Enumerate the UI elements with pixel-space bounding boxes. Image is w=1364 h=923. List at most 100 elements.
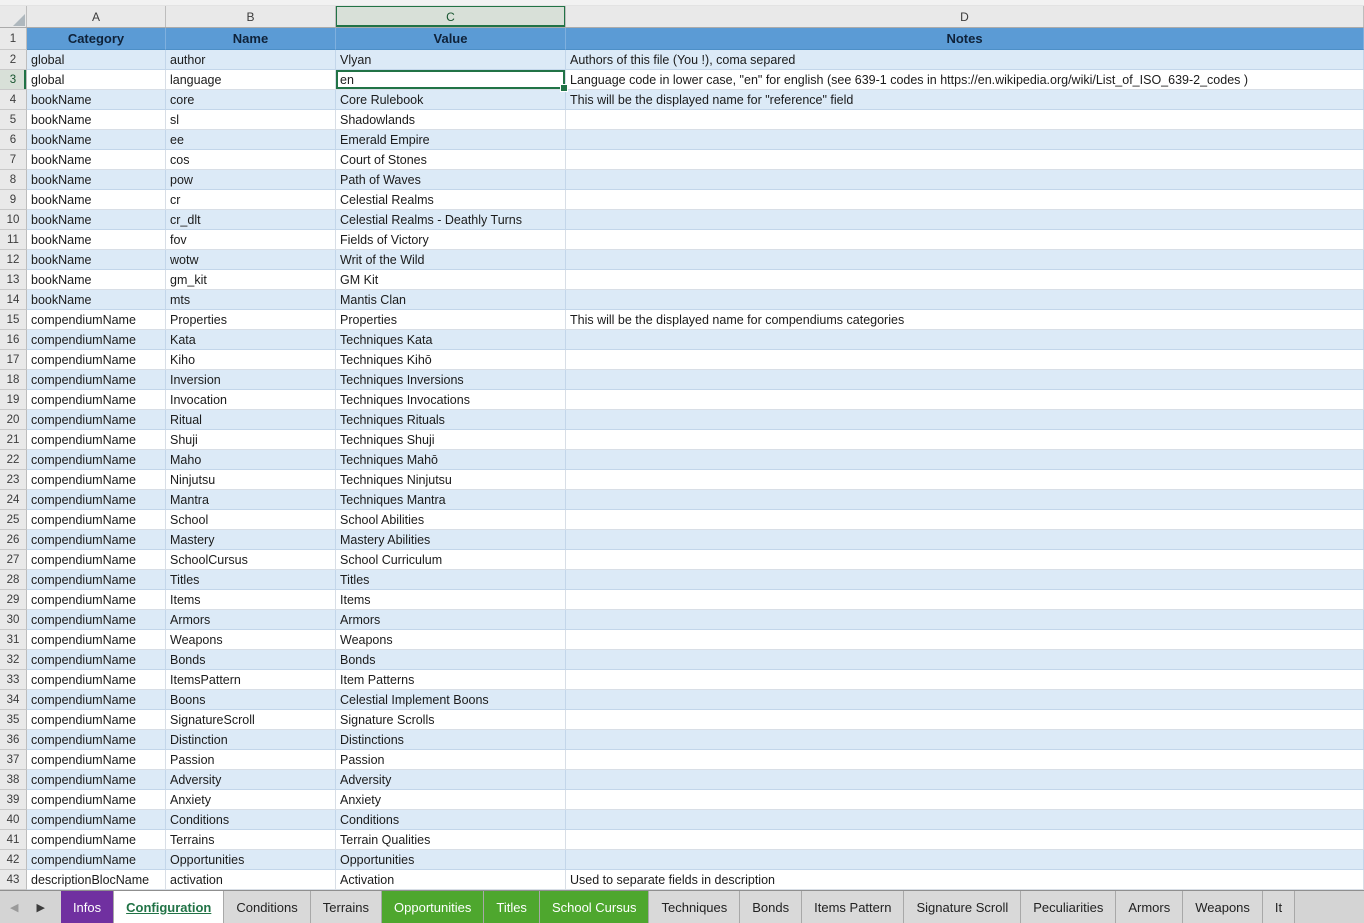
cell-B13[interactable]: gm_kit <box>166 270 336 290</box>
sheet-tab-conditions[interactable]: Conditions <box>224 891 310 923</box>
cell-D8[interactable] <box>566 170 1364 190</box>
cell-D13[interactable] <box>566 270 1364 290</box>
row-header-9[interactable]: 9 <box>0 190 27 210</box>
cell-A33[interactable]: compendiumName <box>27 670 166 690</box>
cell-A30[interactable]: compendiumName <box>27 610 166 630</box>
cell-A29[interactable]: compendiumName <box>27 590 166 610</box>
row-header-43[interactable]: 43 <box>0 870 27 890</box>
cell-C13[interactable]: GM Kit <box>336 270 566 290</box>
column-header-C[interactable]: C <box>336 6 566 27</box>
cell-A32[interactable]: compendiumName <box>27 650 166 670</box>
cell-D35[interactable] <box>566 710 1364 730</box>
row-header-35[interactable]: 35 <box>0 710 27 730</box>
row-header-38[interactable]: 38 <box>0 770 27 790</box>
cell-C18[interactable]: Techniques Inversions <box>336 370 566 390</box>
cell-D27[interactable] <box>566 550 1364 570</box>
cell-D25[interactable] <box>566 510 1364 530</box>
cell-A36[interactable]: compendiumName <box>27 730 166 750</box>
row-header-10[interactable]: 10 <box>0 210 27 230</box>
cell-C19[interactable]: Techniques Invocations <box>336 390 566 410</box>
cell-C9[interactable]: Celestial Realms <box>336 190 566 210</box>
row-header-42[interactable]: 42 <box>0 850 27 870</box>
cell-A34[interactable]: compendiumName <box>27 690 166 710</box>
sheet-tab-configuration[interactable]: Configuration <box>114 891 224 923</box>
cell-C5[interactable]: Shadowlands <box>336 110 566 130</box>
cell-D39[interactable] <box>566 790 1364 810</box>
cell-B36[interactable]: Distinction <box>166 730 336 750</box>
cell-C10[interactable]: Celestial Realms - Deathly Turns <box>336 210 566 230</box>
cell-A13[interactable]: bookName <box>27 270 166 290</box>
row-header-14[interactable]: 14 <box>0 290 27 310</box>
cell-D14[interactable] <box>566 290 1364 310</box>
cell-B37[interactable]: Passion <box>166 750 336 770</box>
row-header-30[interactable]: 30 <box>0 610 27 630</box>
cell-A8[interactable]: bookName <box>27 170 166 190</box>
cell-D10[interactable] <box>566 210 1364 230</box>
row-header-36[interactable]: 36 <box>0 730 27 750</box>
cell-D17[interactable] <box>566 350 1364 370</box>
cell-B3[interactable]: language <box>166 70 336 90</box>
cell-A18[interactable]: compendiumName <box>27 370 166 390</box>
row-header-28[interactable]: 28 <box>0 570 27 590</box>
cell-C22[interactable]: Techniques Mahō <box>336 450 566 470</box>
cell-C24[interactable]: Techniques Mantra <box>336 490 566 510</box>
cell-B9[interactable]: cr <box>166 190 336 210</box>
cell-C8[interactable]: Path of Waves <box>336 170 566 190</box>
cell-D23[interactable] <box>566 470 1364 490</box>
cell-A15[interactable]: compendiumName <box>27 310 166 330</box>
cell-C40[interactable]: Conditions <box>336 810 566 830</box>
cell-D21[interactable] <box>566 430 1364 450</box>
row-header-23[interactable]: 23 <box>0 470 27 490</box>
cell-A28[interactable]: compendiumName <box>27 570 166 590</box>
cell-C38[interactable]: Adversity <box>336 770 566 790</box>
cell-A43[interactable]: descriptionBlocName <box>27 870 166 890</box>
cell-C2[interactable]: Vlyan <box>336 50 566 70</box>
cell-D5[interactable] <box>566 110 1364 130</box>
cell-A24[interactable]: compendiumName <box>27 490 166 510</box>
cell-C35[interactable]: Signature Scrolls <box>336 710 566 730</box>
cell-D29[interactable] <box>566 590 1364 610</box>
cell-B38[interactable]: Adversity <box>166 770 336 790</box>
cell-C11[interactable]: Fields of Victory <box>336 230 566 250</box>
cell-C37[interactable]: Passion <box>336 750 566 770</box>
cell-A4[interactable]: bookName <box>27 90 166 110</box>
cell-B28[interactable]: Titles <box>166 570 336 590</box>
cell-B43[interactable]: activation <box>166 870 336 890</box>
cell-B12[interactable]: wotw <box>166 250 336 270</box>
sheet-tab-signature-scroll[interactable]: Signature Scroll <box>904 891 1021 923</box>
cell-B42[interactable]: Opportunities <box>166 850 336 870</box>
cell-B4[interactable]: core <box>166 90 336 110</box>
cell-B5[interactable]: sl <box>166 110 336 130</box>
cell-B29[interactable]: Items <box>166 590 336 610</box>
cell-B31[interactable]: Weapons <box>166 630 336 650</box>
cell-B19[interactable]: Invocation <box>166 390 336 410</box>
row-header-39[interactable]: 39 <box>0 790 27 810</box>
row-header-25[interactable]: 25 <box>0 510 27 530</box>
cell-B27[interactable]: SchoolCursus <box>166 550 336 570</box>
cell-A27[interactable]: compendiumName <box>27 550 166 570</box>
cell-A10[interactable]: bookName <box>27 210 166 230</box>
cell-B30[interactable]: Armors <box>166 610 336 630</box>
row-header-34[interactable]: 34 <box>0 690 27 710</box>
header-cell-B1[interactable]: Name <box>166 28 336 50</box>
cell-D18[interactable] <box>566 370 1364 390</box>
row-header-4[interactable]: 4 <box>0 90 27 110</box>
cell-B26[interactable]: Mastery <box>166 530 336 550</box>
cell-B40[interactable]: Conditions <box>166 810 336 830</box>
row-header-18[interactable]: 18 <box>0 370 27 390</box>
tabs-scroll-left-icon[interactable]: ◀ <box>10 901 18 914</box>
cell-D33[interactable] <box>566 670 1364 690</box>
cell-D22[interactable] <box>566 450 1364 470</box>
cell-A31[interactable]: compendiumName <box>27 630 166 650</box>
cell-C27[interactable]: School Curriculum <box>336 550 566 570</box>
cell-A14[interactable]: bookName <box>27 290 166 310</box>
cell-C20[interactable]: Techniques Rituals <box>336 410 566 430</box>
cell-C15[interactable]: Properties <box>336 310 566 330</box>
cell-B22[interactable]: Maho <box>166 450 336 470</box>
header-cell-C1[interactable]: Value <box>336 28 566 50</box>
sheet-tab-bonds[interactable]: Bonds <box>740 891 802 923</box>
row-header-20[interactable]: 20 <box>0 410 27 430</box>
cell-D40[interactable] <box>566 810 1364 830</box>
cell-C28[interactable]: Titles <box>336 570 566 590</box>
sheet-tab-weapons[interactable]: Weapons <box>1183 891 1263 923</box>
